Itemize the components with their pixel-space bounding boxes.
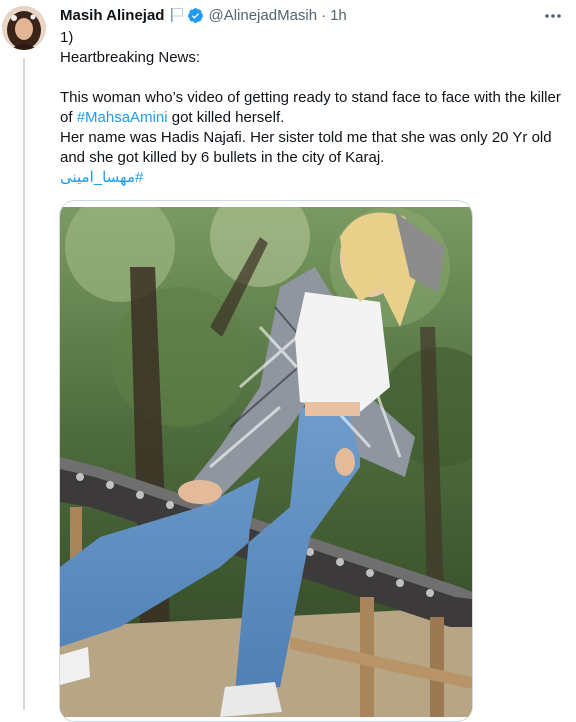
- tweet-text-segment: of: [60, 109, 77, 126]
- tweet-text-line: and she got killed by 6 bullets in the c…: [60, 149, 385, 166]
- tweet-header: Masih Alinejad @AlinejadMasih · 1h: [60, 4, 347, 26]
- tweet-text-line: Her name was Hadis Najafi. Her sister to…: [60, 129, 552, 146]
- photo-woman-sitting-on-bench: [60, 207, 472, 717]
- tweet-text-line: of #MahsaAmini got killed herself.: [60, 108, 565, 128]
- hashtag-link-mahsaamini[interactable]: #MahsaAmini: [77, 109, 168, 126]
- tweet-text-line: This woman who’s video of getting ready …: [60, 89, 561, 106]
- verified-badge-icon: [187, 7, 204, 24]
- tweet-text: 1) Heartbreaking News: This woman who’s …: [60, 28, 565, 188]
- thread-connector-line: [23, 58, 25, 710]
- author-handle[interactable]: @AlinejadMasih: [208, 7, 317, 24]
- tweet-timestamp[interactable]: 1h: [330, 7, 347, 24]
- white-flag-icon: [170, 7, 184, 23]
- hashtag-link-persian[interactable]: #مهسا_امینی: [60, 169, 143, 186]
- header-separator: ·: [321, 6, 327, 24]
- author-avatar[interactable]: [2, 6, 46, 50]
- tweet-media-photo[interactable]: [59, 200, 473, 722]
- tweet-text-segment: got killed herself.: [167, 109, 285, 126]
- tweet-text-line: 1): [60, 29, 74, 46]
- tweet-text-line: #مهسا_امینی: [60, 168, 565, 188]
- more-options-icon[interactable]: [540, 6, 566, 26]
- author-name[interactable]: Masih Alinejad: [60, 7, 164, 24]
- tweet: Masih Alinejad @AlinejadMasih · 1h 1) He…: [0, 0, 576, 722]
- tweet-text-line: Heartbreaking News:: [60, 49, 201, 66]
